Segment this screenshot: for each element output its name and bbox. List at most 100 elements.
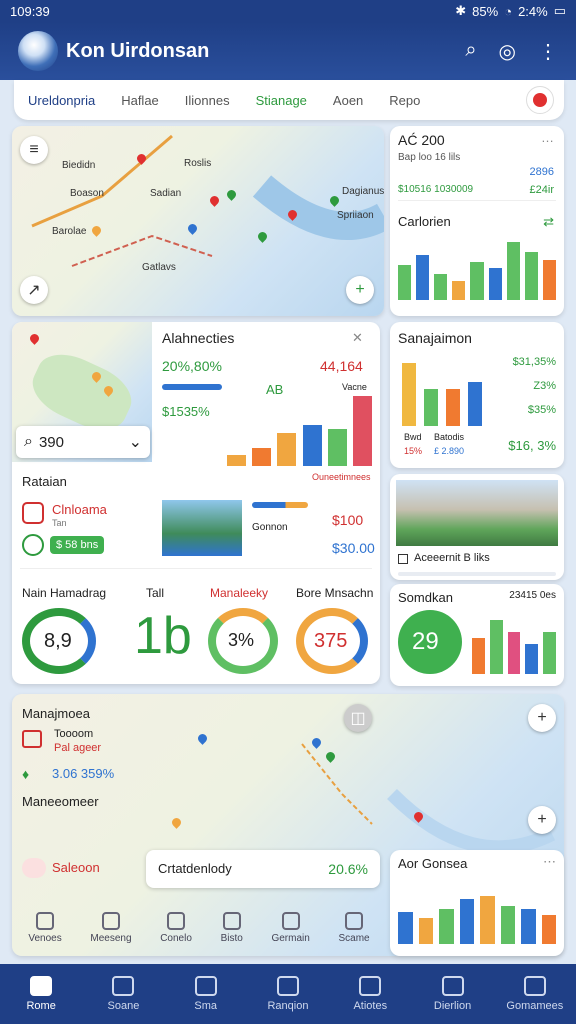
divider <box>20 568 372 569</box>
more-icon[interactable]: ⋯ <box>543 854 556 870</box>
tab-2[interactable]: Ilionnes <box>185 93 230 108</box>
foot-label: £ 2.890 <box>434 446 465 456</box>
chart-bar <box>416 255 430 300</box>
item-title: Toooom <box>54 728 94 740</box>
zoom-in-button[interactable]: + <box>528 704 556 732</box>
chart-bar <box>488 268 502 300</box>
quick-action[interactable]: Scame <box>339 912 370 944</box>
map-quick-actions: Venoes Meeseng Conelo Bisto Germain Scam… <box>14 900 384 956</box>
quick-action[interactable]: Conelo <box>160 912 192 944</box>
nav-item[interactable]: Gomamees <box>500 976 570 1012</box>
summary-value-2: £24ir <box>529 184 554 196</box>
zoom-in-button[interactable]: + <box>346 276 374 304</box>
pin-icon <box>533 93 547 107</box>
quick-action[interactable]: Bisto <box>221 912 243 944</box>
alerts-value: 44,164 <box>320 358 363 374</box>
map-label: Spriiaon <box>337 210 374 221</box>
settings-icon <box>167 912 186 930</box>
price-1: $100 <box>332 512 364 528</box>
filter-icon[interactable]: ≡ <box>20 136 48 164</box>
more-icon[interactable]: … <box>541 130 554 145</box>
image-label: Gonnon <box>252 522 288 533</box>
legend-label: Ouneetimnees <box>312 472 371 482</box>
quick-action[interactable]: Meeseng <box>90 912 132 944</box>
wifi-icon: ◔ <box>504 3 513 19</box>
card-title: Aor Gonsea <box>398 856 468 871</box>
nav-item[interactable]: Atiotes <box>335 976 405 1012</box>
music-icon <box>281 912 300 930</box>
camera-icon <box>22 502 44 524</box>
zoom-in-button[interactable]: + <box>528 806 556 834</box>
gauge-label: Nain Hamadrag <box>22 586 107 600</box>
summary-line: $10516 1030009 <box>398 184 474 195</box>
alerts-title: Alahnecties <box>162 330 235 346</box>
tab-5[interactable]: Repo <box>389 93 420 108</box>
battery-percent: 85% <box>472 3 499 19</box>
item-title: Saleoon <box>52 860 100 875</box>
bell-icon <box>441 976 464 996</box>
search-icon: ⌕ <box>24 433 33 450</box>
item-sub: Tan <box>52 518 67 528</box>
nav-item[interactable]: Dierlion <box>418 976 488 1012</box>
chevron-down-icon[interactable]: ⌄ <box>129 432 142 452</box>
map-pin[interactable] <box>28 332 41 345</box>
search-icon[interactable]: ⌕ <box>465 39 476 64</box>
tab-bar: Ureldonpria Haflae Ilionnes Stianage Aoe… <box>14 80 564 120</box>
map-label: Barolae <box>52 226 87 237</box>
chart-bar <box>452 280 466 300</box>
nav-item[interactable]: Ranqion <box>253 976 323 1012</box>
bluetooth-icon: ✱ <box>455 3 467 18</box>
nav-item[interactable]: Soane <box>88 976 158 1012</box>
location-pin-button[interactable] <box>526 86 554 114</box>
nav-home[interactable]: Rome <box>6 976 76 1012</box>
value: $16, 3% <box>508 438 556 453</box>
bottom-nav: Rome Soane Sma Ranqion Atiotes Dierlion … <box>0 964 576 1024</box>
close-icon[interactable]: ✕ <box>352 330 363 346</box>
progress-track <box>398 572 556 576</box>
divider <box>398 200 556 201</box>
section-title: Carlorien <box>398 214 451 229</box>
chart-bar <box>541 915 556 944</box>
status-time: 109:39 <box>10 3 50 19</box>
score-value: 29 <box>412 628 439 655</box>
chat-icon[interactable]: ◎ <box>499 39 516 64</box>
summary-pill[interactable]: Crtatdenlody 20.6% <box>146 850 380 888</box>
dashboard-card: ⌕ 390 ⌄ Alahnecties ✕ 20%,80% 44,164 AB … <box>12 322 380 684</box>
compass-icon[interactable]: ↗ <box>20 276 48 304</box>
building-photo <box>396 480 558 546</box>
chart-bar <box>524 252 538 300</box>
chart-bar <box>507 632 521 674</box>
section-title: Maneeomeer <box>22 794 99 809</box>
tab-0[interactable]: Ureldonpria <box>28 93 95 108</box>
doc-icon <box>222 912 241 930</box>
chart-bar <box>446 389 460 426</box>
expand-icon[interactable]: ⇄ <box>543 214 554 230</box>
map-label: Biedidn <box>62 160 96 171</box>
more-icon[interactable]: ⋮ <box>538 39 558 64</box>
tab-1[interactable]: Haflae <box>121 93 159 108</box>
map-label: Boason <box>70 188 104 199</box>
map-label: Dagianus <box>342 186 384 197</box>
map-routes <box>31 134 384 267</box>
nav-item[interactable]: Sma <box>171 976 241 1012</box>
quick-action[interactable]: Venoes <box>28 912 62 944</box>
progress-bar <box>252 502 308 508</box>
layers-icon[interactable]: ◫ <box>344 704 372 732</box>
gauge-label: Bore Mnsachn <box>296 586 374 600</box>
signal-value: 2:4% <box>518 3 548 19</box>
sanajaimon-card: Sanajaimon $31,35% Z3% $35% Bwd Batodis … <box>390 322 564 468</box>
tab-4[interactable]: Aoen <box>333 93 363 108</box>
item-title: Clnloama <box>52 502 107 517</box>
pill-label: Crtatdenlody <box>158 861 232 876</box>
app-logo <box>18 31 58 71</box>
value: $35% <box>527 404 556 416</box>
tab-3[interactable]: Stianage <box>256 93 307 108</box>
search-field[interactable]: ⌕ 390 ⌄ <box>16 426 150 458</box>
main-map[interactable]: Biedidn Roslis Boason Sadian Dagianus Ba… <box>12 126 384 316</box>
chat-icon <box>101 912 120 930</box>
chart-bar <box>521 908 536 944</box>
quick-action[interactable]: Germain <box>271 912 310 944</box>
app-bar: Kon Uirdonsan ⌕ ◎ ⋮ <box>0 22 576 80</box>
tag-icon <box>22 858 46 878</box>
group-icon <box>523 976 546 996</box>
